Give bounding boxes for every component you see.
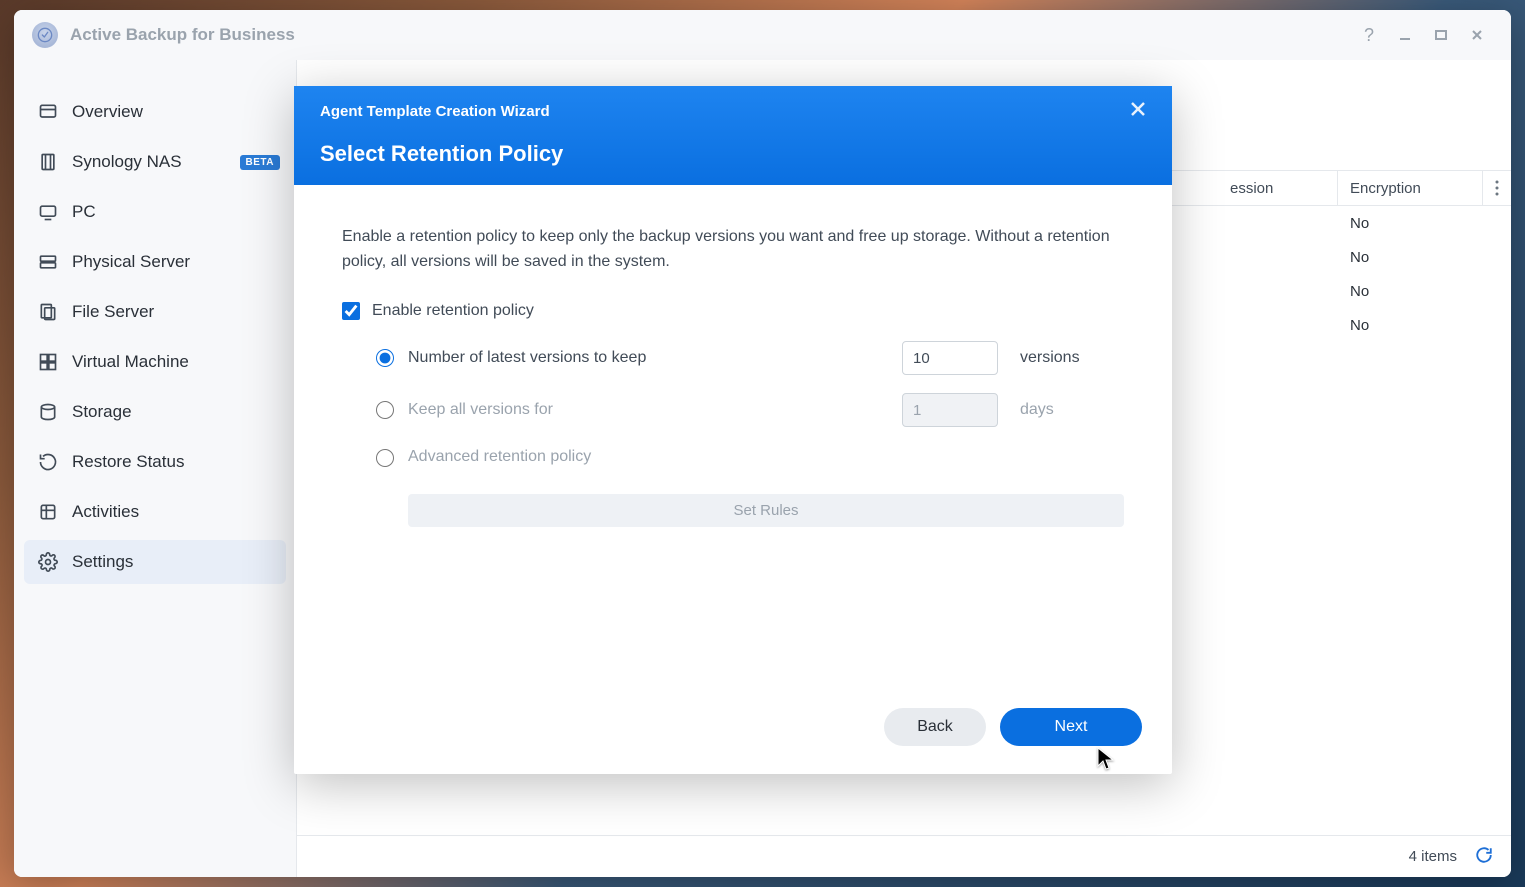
sidebar-item-label: Overview [72, 102, 143, 122]
titlebar: Active Backup for Business ? [14, 10, 1511, 60]
restore-icon [38, 452, 58, 472]
step-description: Enable a retention policy to keep only t… [342, 225, 1124, 275]
modal-header: Agent Template Creation Wizard Select Re… [294, 86, 1172, 185]
cell-encryption: No [1338, 215, 1483, 232]
sidebar-item-label: Physical Server [72, 252, 190, 272]
fileserver-icon [38, 302, 58, 322]
radio-keep-all-row[interactable]: Keep all versions for days [376, 393, 1124, 427]
step-title: Select Retention Policy [320, 141, 1146, 167]
beta-badge: BETA [240, 155, 280, 170]
refresh-button[interactable] [1475, 846, 1493, 868]
sidebar: Overview Synology NAS BETA PC Physical S… [14, 60, 296, 877]
cell-encryption: No [1338, 249, 1483, 266]
latest-versions-input[interactable] [902, 341, 998, 375]
sidebar-item-label: PC [72, 202, 96, 222]
pc-icon [38, 202, 58, 222]
enable-retention-checkbox-row[interactable]: Enable retention policy [342, 299, 1124, 324]
modal-close-button[interactable] [1130, 100, 1146, 123]
retention-radio-group: Number of latest versions to keep versio… [376, 341, 1124, 527]
cell-encryption: No [1338, 317, 1483, 334]
sidebar-item-label: Settings [72, 552, 133, 572]
keep-all-days-input [902, 393, 998, 427]
sidebar-item-label: File Server [72, 302, 154, 322]
wizard-title: Agent Template Creation Wizard [320, 103, 550, 120]
activities-icon [38, 502, 58, 522]
app-window: Active Backup for Business ? Overview Sy… [14, 10, 1511, 877]
modal-body: Enable a retention policy to keep only t… [294, 185, 1172, 688]
settings-icon [38, 552, 58, 572]
sidebar-item-label: Activities [72, 502, 139, 522]
sidebar-item-file-server[interactable]: File Server [24, 290, 286, 334]
sidebar-item-storage[interactable]: Storage [24, 390, 286, 434]
close-window-button[interactable] [1461, 19, 1493, 51]
enable-retention-label: Enable retention policy [372, 299, 534, 324]
column-encryption[interactable]: Encryption [1338, 171, 1483, 205]
column-compression[interactable]: ession [1218, 171, 1338, 205]
close-icon [1130, 101, 1146, 117]
minimize-button[interactable] [1389, 19, 1421, 51]
sidebar-item-virtual-machine[interactable]: Virtual Machine [24, 340, 286, 384]
radio-advanced-label: Advanced retention policy [408, 445, 888, 470]
modal-footer: Back Next [294, 688, 1172, 774]
sidebar-item-overview[interactable]: Overview [24, 90, 286, 134]
radio-keep-all[interactable] [376, 401, 394, 419]
sidebar-item-label: Storage [72, 402, 132, 422]
back-button[interactable]: Back [884, 708, 986, 746]
radio-advanced-row[interactable]: Advanced retention policy [376, 445, 1124, 470]
overview-icon [38, 102, 58, 122]
more-icon [1495, 180, 1499, 196]
sidebar-item-label: Restore Status [72, 452, 184, 472]
set-rules-button: Set Rules [408, 494, 1124, 527]
radio-latest-versions[interactable] [376, 349, 394, 367]
keep-all-suffix: days [1020, 398, 1054, 423]
cell-encryption: No [1338, 283, 1483, 300]
sidebar-item-pc[interactable]: PC [24, 190, 286, 234]
sidebar-item-label: Synology NAS [72, 152, 182, 172]
refresh-icon [1475, 846, 1493, 864]
maximize-button[interactable] [1425, 19, 1457, 51]
sidebar-item-restore-status[interactable]: Restore Status [24, 440, 286, 484]
next-button[interactable]: Next [1000, 708, 1142, 746]
item-count: 4 items [1409, 848, 1457, 865]
column-options-button[interactable] [1483, 171, 1511, 205]
server-icon [38, 252, 58, 272]
radio-latest-versions-label: Number of latest versions to keep [408, 346, 888, 371]
sidebar-item-physical-server[interactable]: Physical Server [24, 240, 286, 284]
wizard-modal: Agent Template Creation Wizard Select Re… [294, 86, 1172, 774]
latest-versions-suffix: versions [1020, 346, 1080, 371]
app-title: Active Backup for Business [70, 25, 295, 45]
radio-keep-all-label: Keep all versions for [408, 398, 888, 423]
sidebar-item-activities[interactable]: Activities [24, 490, 286, 534]
statusbar: 4 items [297, 835, 1511, 877]
radio-advanced[interactable] [376, 449, 394, 467]
sidebar-item-label: Virtual Machine [72, 352, 189, 372]
help-button[interactable]: ? [1353, 19, 1385, 51]
radio-latest-versions-row[interactable]: Number of latest versions to keep versio… [376, 341, 1124, 375]
nas-icon [38, 152, 58, 172]
sidebar-item-synology-nas[interactable]: Synology NAS BETA [24, 140, 286, 184]
vm-icon [38, 352, 58, 372]
storage-icon [38, 402, 58, 422]
enable-retention-checkbox[interactable] [342, 302, 360, 320]
app-icon [32, 22, 58, 48]
sidebar-item-settings[interactable]: Settings [24, 540, 286, 584]
